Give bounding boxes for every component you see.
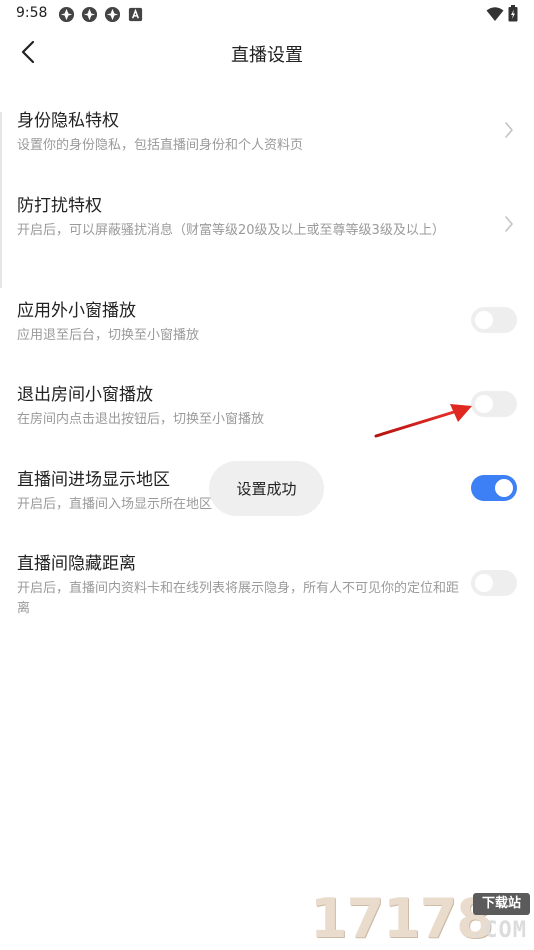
header: 直播设置: [0, 28, 534, 76]
status-bar: 9:58: [0, 0, 534, 28]
setting-desc: 设置你的身份隐私，包括直播间身份和个人资料页: [17, 138, 304, 153]
notification-icons: [58, 6, 144, 23]
a-icon: [128, 7, 143, 22]
toggle-knob: [475, 574, 493, 592]
setting-title: 身份隐私特权: [17, 111, 119, 131]
app-icon: [58, 6, 75, 23]
toast-message: 设置成功: [209, 461, 324, 516]
setting-hide-distance: 直播间隐藏距离 开启后，直播间内资料卡和在线列表将展示隐身，所有人不可见你的定位…: [0, 543, 534, 633]
toggle-hide-distance[interactable]: [471, 570, 517, 596]
watermark-digits: 17178: [310, 887, 494, 950]
toast-text: 设置成功: [236, 480, 297, 498]
setting-desc: 开启后，直播间内资料卡和在线列表将展示隐身，所有人不可见你的定位和距离: [17, 581, 460, 616]
toggle-knob: [475, 311, 493, 329]
status-right-icons: [486, 5, 518, 22]
watermark-domain: .COM: [470, 918, 527, 943]
toggle-knob: [495, 479, 513, 497]
setting-do-not-disturb[interactable]: 防打扰特权 开启后，可以屏蔽骚扰消息（财富等级20级及以上或至尊等级3级及以上）: [0, 185, 534, 275]
chevron-right-icon: [505, 122, 513, 138]
watermark-logo: 17178 下载站 .COM: [310, 888, 532, 950]
setting-desc: 开启后，可以屏蔽骚扰消息（财富等级20级及以上或至尊等级3级及以上）: [17, 223, 445, 238]
setting-title: 应用外小窗播放: [17, 301, 136, 321]
toggle-out-of-app-mini-window[interactable]: [471, 307, 517, 333]
battery-icon: [508, 5, 518, 22]
chevron-right-icon: [505, 216, 513, 232]
setting-identity-privacy[interactable]: 身份隐私特权 设置你的身份隐私，包括直播间身份和个人资料页: [0, 100, 534, 170]
wifi-icon: [486, 6, 504, 21]
app-icon: [104, 6, 121, 23]
status-time: 9:58: [16, 5, 48, 21]
setting-desc: 应用退至后台，切换至小窗播放: [17, 328, 200, 343]
setting-title: 退出房间小窗播放: [17, 385, 153, 405]
annotation-arrow-icon: [374, 404, 472, 438]
setting-out-of-app-mini-window: 应用外小窗播放 应用退至后台，切换至小窗播放: [0, 290, 534, 360]
toggle-show-region-on-entry[interactable]: [471, 475, 517, 501]
setting-title: 防打扰特权: [17, 196, 102, 216]
setting-title: 直播间进场显示地区: [17, 470, 170, 490]
app-icon: [81, 6, 98, 23]
watermark-badge: 下载站: [473, 893, 530, 915]
page-title: 直播设置: [231, 45, 303, 66]
setting-title: 直播间隐藏距离: [17, 554, 136, 574]
